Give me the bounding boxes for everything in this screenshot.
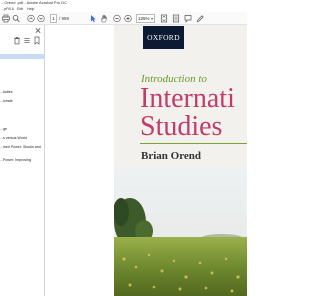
bookmark-item[interactable]: ...ge [0, 127, 7, 131]
bookmarks-panel: ...tudies ...ionale ...ge ...s versus Wo… [0, 25, 45, 296]
chevron-down-icon: ▾ [150, 16, 153, 21]
bookmark-item[interactable]: ...ionale [0, 99, 13, 103]
options-icon[interactable] [23, 36, 31, 45]
selected-bookmark[interactable] [0, 54, 45, 59]
delete-icon[interactable] [13, 36, 21, 45]
zoom-select[interactable]: 125% ▾ [136, 14, 155, 23]
pen-icon[interactable] [196, 14, 204, 23]
zoom-in-icon[interactable] [124, 14, 132, 23]
hand-icon[interactable] [100, 14, 108, 23]
window-title: ...Orend .pdf - Adobe Acrobat Pro DC [1, 0, 68, 5]
down-arrow-icon[interactable] [37, 14, 45, 23]
up-arrow-icon[interactable] [27, 14, 35, 23]
cover-divider [140, 143, 247, 144]
bookmark-item[interactable]: ...s versus World [0, 136, 27, 140]
zoom-value: 125% [138, 16, 150, 21]
bookmark-item[interactable]: ...Power: Improving [0, 158, 31, 162]
print-icon[interactable] [2, 14, 10, 23]
book-cover-page: OXFORD Introduction to Internati Studies… [114, 25, 247, 296]
panel-toolbar [0, 36, 45, 46]
cover-author: Brian Orend [141, 150, 202, 162]
fit-page-icon[interactable] [160, 14, 168, 23]
close-icon[interactable] [34, 26, 42, 35]
cover-title-line-2: Studies [140, 111, 223, 142]
search-icon[interactable] [12, 14, 20, 23]
publisher-logo: OXFORD [143, 26, 184, 49]
bookmark-item[interactable]: ...ined Power: Stocks and [0, 145, 41, 149]
bookmark-item[interactable]: ...tudies [0, 90, 13, 94]
page-count: / 989 [59, 16, 70, 21]
main-toolbar: 1 / 989 125% ▾ [0, 12, 247, 25]
cover-photo [114, 167, 247, 296]
panel-header [0, 25, 45, 36]
comment-icon[interactable] [184, 14, 192, 23]
add-bookmark-icon[interactable] [33, 36, 41, 45]
page-number-input[interactable]: 1 [50, 14, 57, 23]
document-gutter [46, 25, 114, 296]
publisher-name: OXFORD [147, 33, 180, 42]
zoom-out-icon[interactable] [113, 14, 121, 23]
scroll-mode-icon[interactable] [172, 14, 180, 23]
cursor-icon[interactable] [89, 14, 97, 23]
title-bar: ...Orend .pdf - Adobe Acrobat Pro DC [0, 0, 247, 7]
